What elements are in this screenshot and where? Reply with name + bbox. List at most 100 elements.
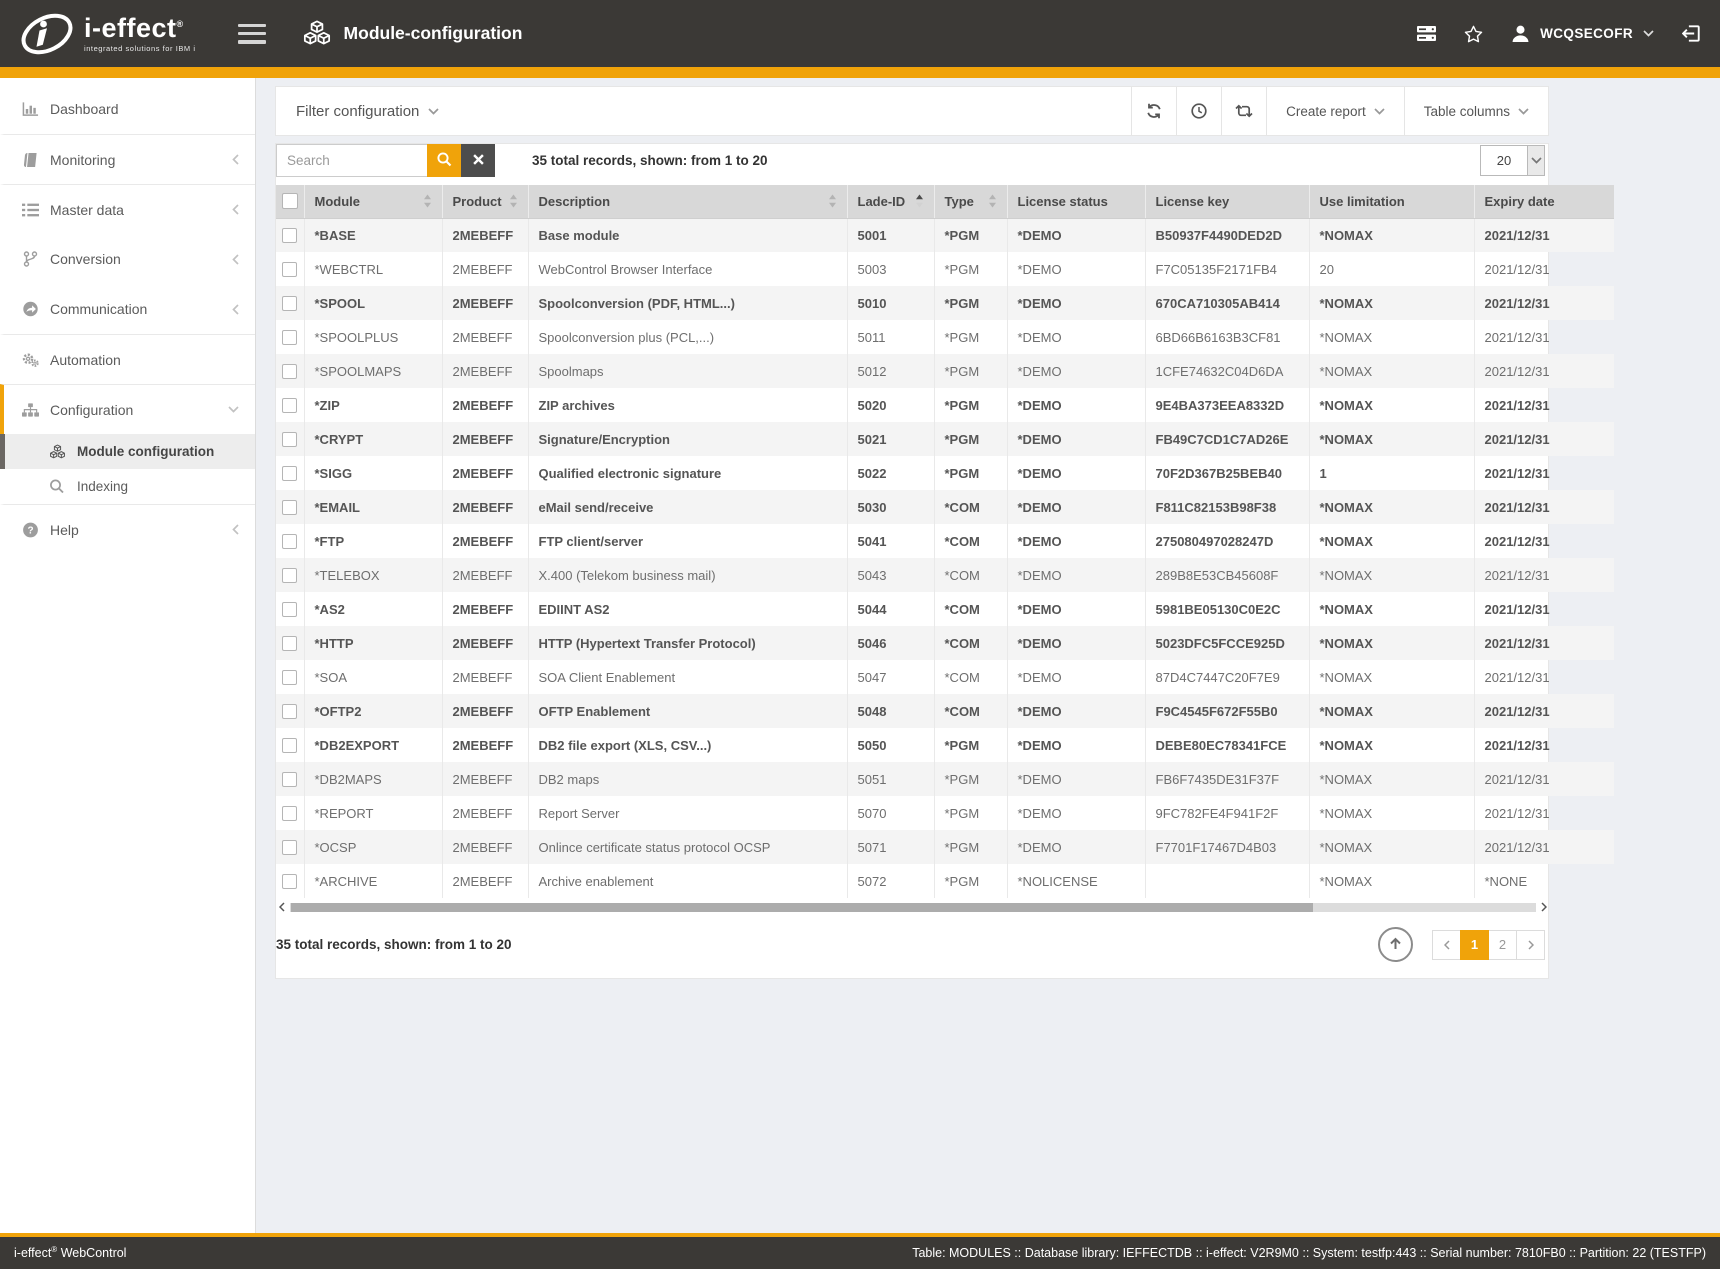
sidebar-item-communication[interactable]: Communication <box>0 284 255 334</box>
column-header-description[interactable]: Description <box>528 185 847 218</box>
sidebar-item-label: Communication <box>50 301 232 317</box>
pagination-page-1[interactable]: 1 <box>1460 930 1489 960</box>
cell-module: *TELEBOX <box>304 558 442 592</box>
row-checkbox[interactable] <box>282 500 297 515</box>
cell-description: DB2 maps <box>528 762 847 796</box>
auto-reload-button[interactable] <box>1221 87 1266 135</box>
row-checkbox[interactable] <box>282 772 297 787</box>
cell-expiry-date: 2021/12/31 <box>1474 728 1614 762</box>
table-columns-button[interactable]: Table columns <box>1404 87 1548 135</box>
row-checkbox[interactable] <box>282 738 297 753</box>
row-checkbox[interactable] <box>282 636 297 651</box>
i-effect-logo-icon <box>20 11 74 57</box>
filter-configuration-toggle[interactable]: Filter configuration <box>276 87 439 135</box>
cell-description: OFTP Enablement <box>528 694 847 728</box>
refresh-button[interactable] <box>1131 87 1176 135</box>
sidebar-item-help[interactable]: ? Help <box>0 504 255 554</box>
clear-search-button[interactable] <box>461 144 495 177</box>
scroll-left-arrow-icon[interactable] <box>279 902 285 912</box>
chevron-down-icon <box>1518 108 1529 115</box>
column-header-type[interactable]: Type <box>934 185 1007 218</box>
sidebar-item-monitoring[interactable]: Monitoring <box>0 134 255 184</box>
cell-product: 2MEBEFF <box>442 558 528 592</box>
select-all-checkbox[interactable] <box>282 193 298 209</box>
cell-expiry-date: 2021/12/31 <box>1474 490 1614 524</box>
menu-toggle-button[interactable] <box>238 24 266 44</box>
cell-type: *PGM <box>934 252 1007 286</box>
page-size-select[interactable]: 20 <box>1480 145 1545 176</box>
cell-description: HTTP (Hypertext Transfer Protocol) <box>528 626 847 660</box>
create-report-button[interactable]: Create report <box>1266 87 1404 135</box>
scroll-to-top-button[interactable] <box>1378 927 1413 962</box>
sidebar-item-master-data[interactable]: Master data <box>0 184 255 234</box>
cell-product: 2MEBEFF <box>442 694 528 728</box>
row-checkbox[interactable] <box>282 568 297 583</box>
row-checkbox[interactable] <box>282 296 297 311</box>
row-checkbox[interactable] <box>282 262 297 277</box>
sidebar-item-automation[interactable]: Automation <box>0 334 255 384</box>
column-label: Module <box>315 194 361 209</box>
cell-use-limitation: 1 <box>1309 456 1474 490</box>
cell-module: *EMAIL <box>304 490 442 524</box>
favorites-star-icon[interactable] <box>1464 25 1483 43</box>
accent-bar <box>0 67 1720 78</box>
cell-lade-id: 5051 <box>847 762 934 796</box>
sign-out-icon[interactable] <box>1682 25 1700 42</box>
history-button[interactable] <box>1176 87 1221 135</box>
table-row: *SPOOLMAPS2MEBEFFSpoolmaps5012*PGM*DEMO1… <box>276 354 1614 388</box>
row-checkbox[interactable] <box>282 398 297 413</box>
cell-type: *PGM <box>934 388 1007 422</box>
sidebar-item-conversion[interactable]: Conversion <box>0 234 255 284</box>
row-checkbox[interactable] <box>282 670 297 685</box>
column-header-product[interactable]: Product <box>442 185 528 218</box>
sidebar-item-dashboard[interactable]: Dashboard <box>0 84 255 134</box>
app-logo[interactable]: i-effect® integrated solutions for IBM i <box>20 11 196 57</box>
scrollbar-thumb[interactable] <box>291 903 1313 912</box>
column-label: Description <box>539 194 611 209</box>
row-checkbox[interactable] <box>282 840 297 855</box>
scrollbar-track[interactable] <box>290 903 1536 912</box>
cell-product: 2MEBEFF <box>442 626 528 660</box>
column-header-lade-id[interactable]: Lade-ID <box>847 185 934 218</box>
row-checkbox[interactable] <box>282 330 297 345</box>
cell-module: *SOA <box>304 660 442 694</box>
row-checkbox[interactable] <box>282 228 297 243</box>
row-checkbox[interactable] <box>282 432 297 447</box>
cell-lade-id: 5070 <box>847 796 934 830</box>
column-header-use-limitation: Use limitation <box>1309 185 1474 218</box>
table-row: *OCSP2MEBEFFOnlince certificate status p… <box>276 830 1614 864</box>
search-icon <box>437 152 452 170</box>
cell-license-status: *DEMO <box>1007 218 1145 252</box>
sidebar-item-indexing[interactable]: Indexing <box>0 469 255 504</box>
pagination-next-button[interactable] <box>1516 930 1545 960</box>
sidebar-item-configuration[interactable]: Configuration <box>0 384 255 434</box>
row-checkbox[interactable] <box>282 704 297 719</box>
scroll-right-arrow-icon[interactable] <box>1541 902 1547 912</box>
row-checkbox[interactable] <box>282 806 297 821</box>
sidebar-item-module-configuration[interactable]: Module configuration <box>0 434 255 469</box>
server-icon[interactable] <box>1417 26 1436 41</box>
cell-license-key: FB49C7CD1C7AD26E <box>1145 422 1309 456</box>
table-row: *TELEBOX2MEBEFFX.400 (Telekom business m… <box>276 558 1614 592</box>
pagination-prev-button[interactable] <box>1432 930 1461 960</box>
cell-description: WebControl Browser Interface <box>528 252 847 286</box>
cell-license-status: *DEMO <box>1007 354 1145 388</box>
row-checkbox[interactable] <box>282 874 297 889</box>
cell-description: Spoolconversion (PDF, HTML...) <box>528 286 847 320</box>
cell-product: 2MEBEFF <box>442 796 528 830</box>
row-checkbox[interactable] <box>282 534 297 549</box>
row-checkbox[interactable] <box>282 602 297 617</box>
user-menu[interactable]: WCQSECOFR <box>1511 24 1654 43</box>
pagination-page-2[interactable]: 2 <box>1488 930 1517 960</box>
cell-lade-id: 5022 <box>847 456 934 490</box>
search-button[interactable] <box>427 144 461 177</box>
search-input[interactable] <box>276 144 427 177</box>
modules-table: ModuleProductDescriptionLade-IDTypeLicen… <box>276 185 1614 898</box>
cell-description: FTP client/server <box>528 524 847 558</box>
row-checkbox[interactable] <box>282 466 297 481</box>
column-header-module[interactable]: Module <box>304 185 442 218</box>
sort-toggle-icon <box>988 194 997 208</box>
row-checkbox[interactable] <box>282 364 297 379</box>
table-row: *SPOOL2MEBEFFSpoolconversion (PDF, HTML.… <box>276 286 1614 320</box>
chevron-down-icon <box>228 406 239 413</box>
